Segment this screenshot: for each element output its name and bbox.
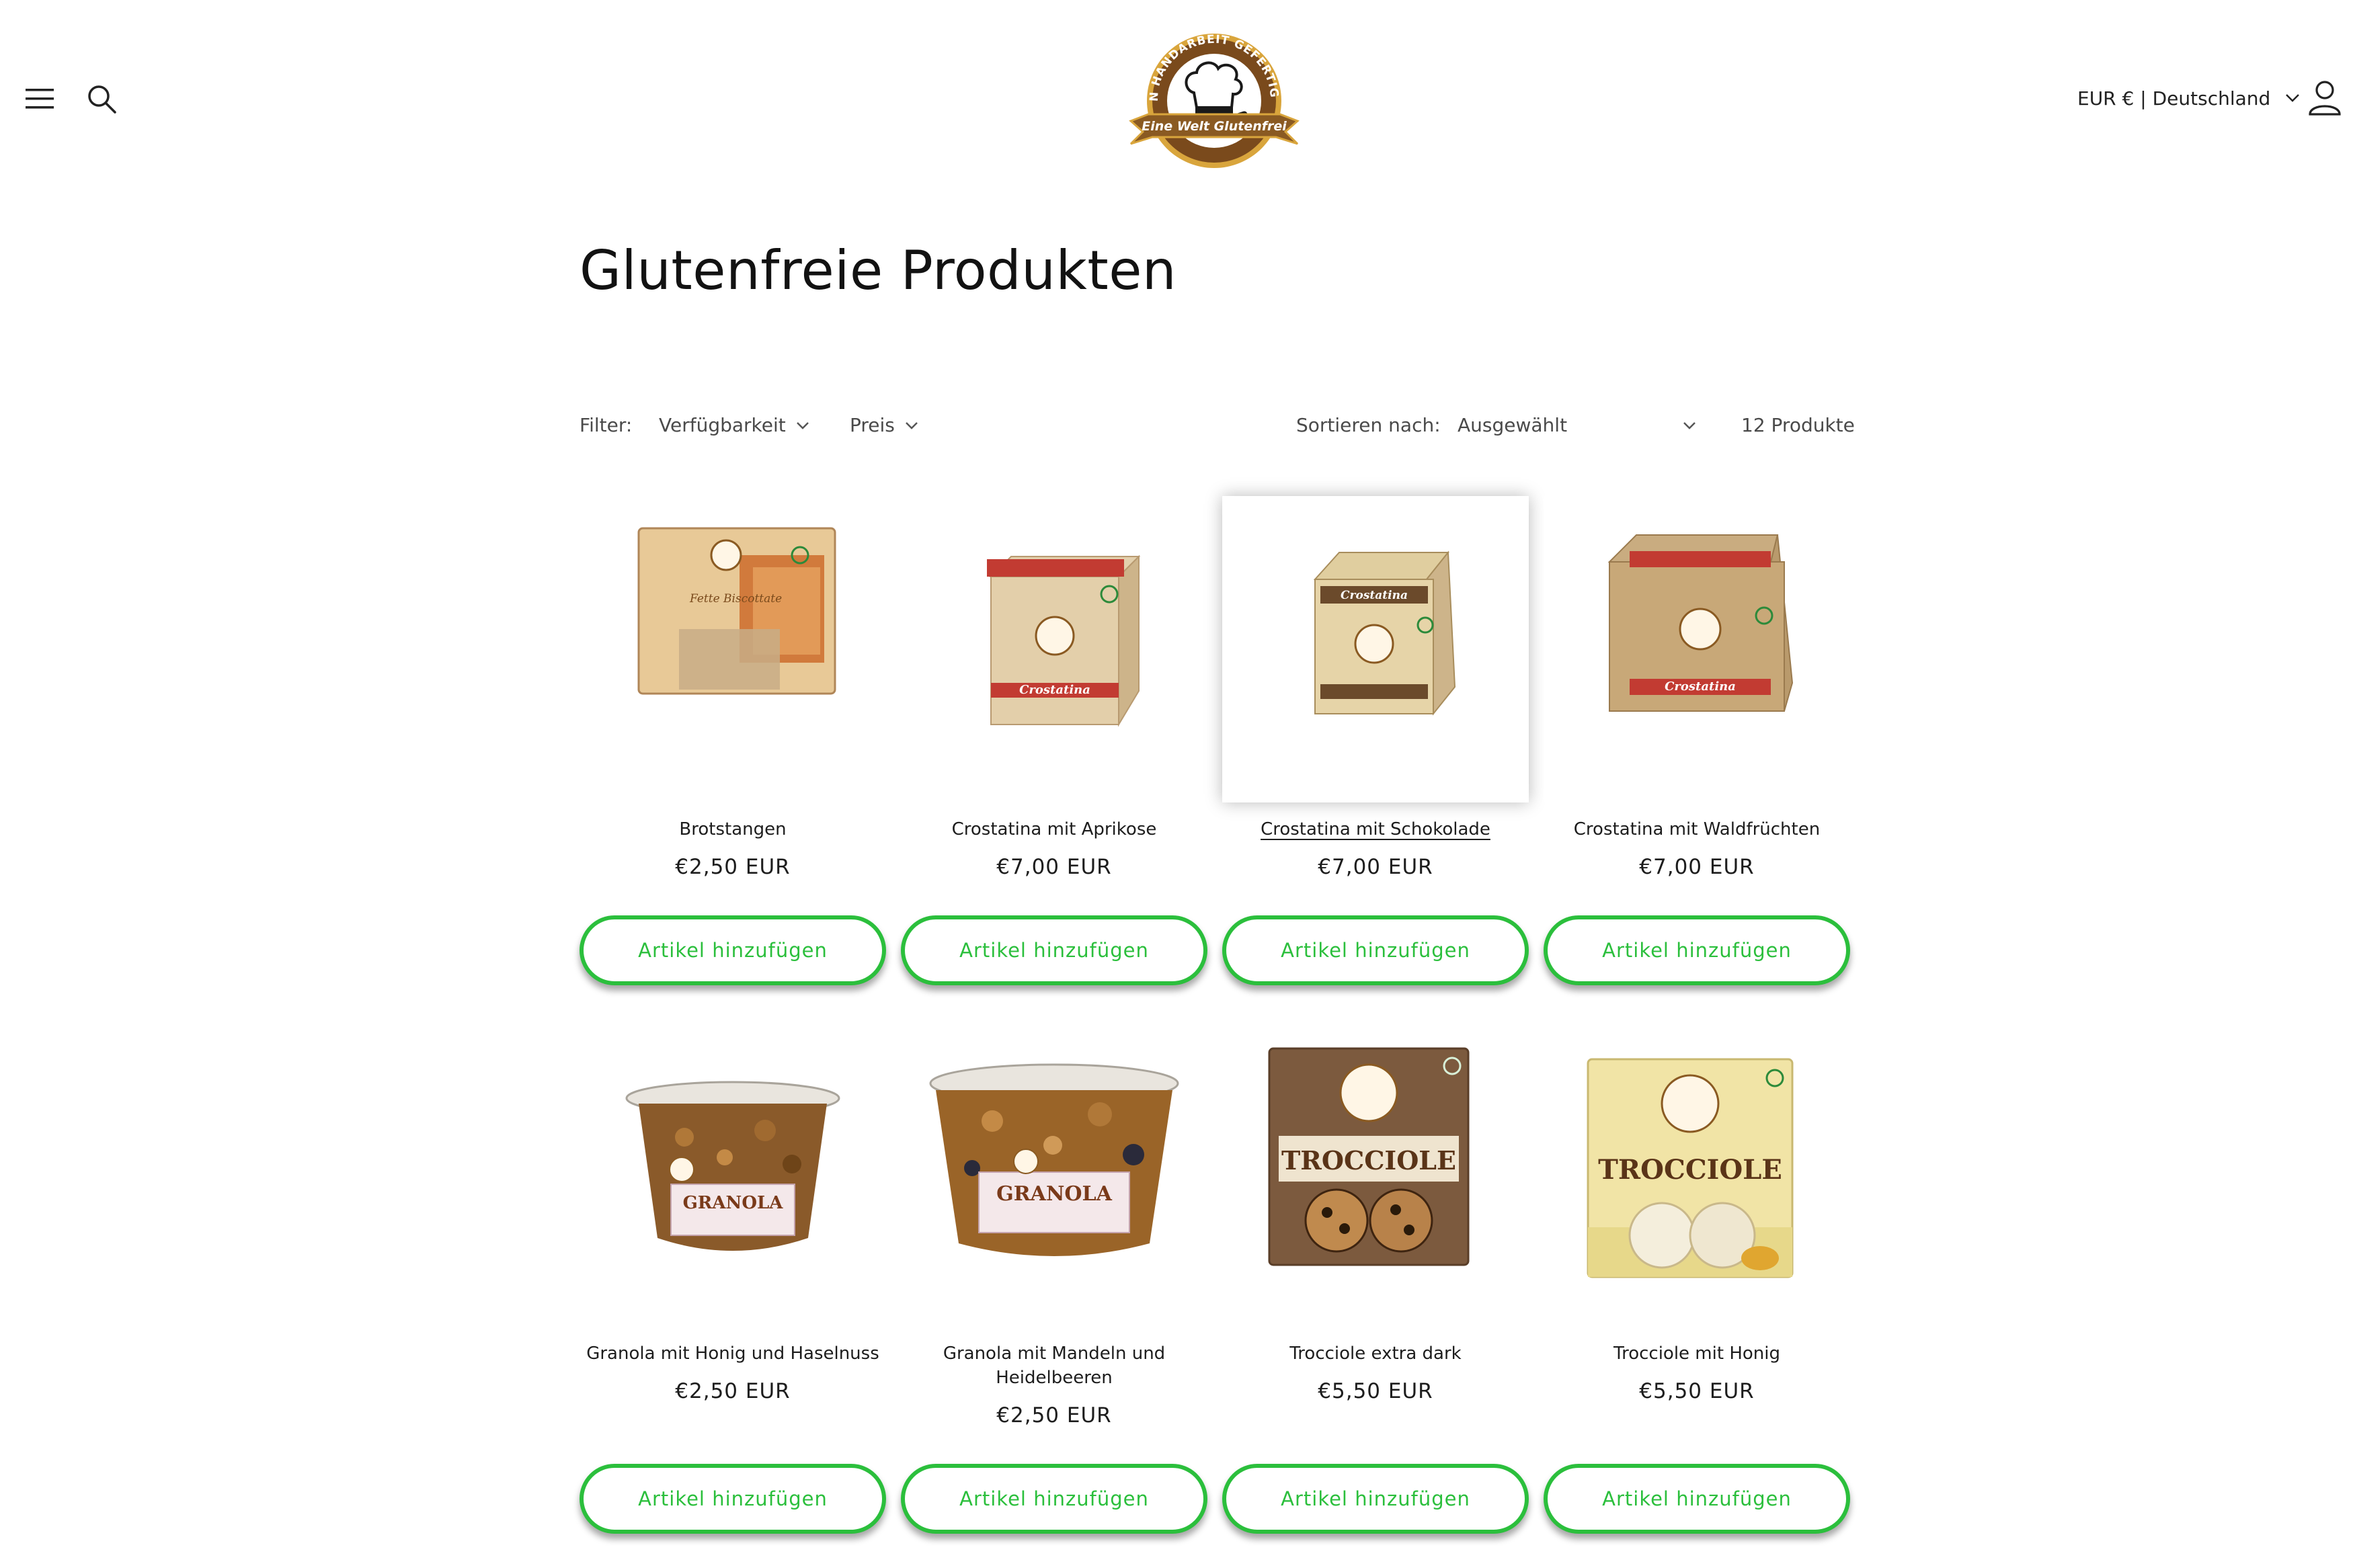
product-name[interactable]: Crostatina mit Waldfrüchten bbox=[1544, 817, 1850, 841]
filter-availability-label: Verfügbarkeit bbox=[659, 414, 786, 436]
pack-text: Crostatina bbox=[1341, 589, 1408, 602]
product-image[interactable]: Crostatina bbox=[901, 496, 1207, 802]
filter-price-label: Preis bbox=[850, 414, 895, 436]
product-image[interactable]: TROCCIOLE bbox=[1544, 1020, 1850, 1327]
product-price: €5,50 EUR bbox=[1639, 1379, 1755, 1403]
chevron-down-icon bbox=[2286, 94, 2300, 102]
product-name[interactable]: Granola mit Mandeln und Heidelbeeren bbox=[901, 1342, 1207, 1390]
page-title: Glutenfreie Produkten bbox=[580, 239, 1177, 302]
add-to-cart-button[interactable]: Artikel hinzufügen bbox=[580, 1464, 886, 1534]
add-to-cart-button[interactable]: Artikel hinzufügen bbox=[1544, 915, 1850, 985]
product-name[interactable]: Brotstangen bbox=[580, 817, 886, 841]
product-name[interactable]: Trocciole extra dark bbox=[1222, 1342, 1529, 1366]
product-price: €7,00 EUR bbox=[1639, 855, 1755, 879]
product-image[interactable]: Crostatina bbox=[1222, 496, 1529, 802]
add-to-cart-button[interactable]: Artikel hinzufügen bbox=[901, 915, 1207, 985]
product-price: €2,50 EUR bbox=[675, 1379, 791, 1403]
chevron-down-icon bbox=[796, 421, 809, 429]
logo-banner-text: Eine Welt Glutenfrei bbox=[1142, 119, 1287, 134]
filter-sort-toolbar: Filter: Verfügbarkeit Preis Sortieren na… bbox=[580, 411, 1855, 445]
sort-label: Sortieren nach: bbox=[1296, 414, 1441, 436]
locale-label: EUR € | Deutschland bbox=[2077, 87, 2271, 110]
product-image[interactable]: Crostatina bbox=[1544, 496, 1850, 802]
add-to-cart-button[interactable]: Artikel hinzufügen bbox=[1222, 1464, 1529, 1534]
product-price: €2,50 EUR bbox=[996, 1403, 1112, 1428]
add-to-cart-button[interactable]: Artikel hinzufügen bbox=[1544, 1464, 1850, 1534]
pack-text: GRANOLA bbox=[683, 1193, 784, 1213]
search-icon[interactable] bbox=[85, 82, 120, 117]
hamburger-menu-icon[interactable] bbox=[24, 83, 55, 114]
product-image[interactable]: GRANOLA bbox=[901, 1020, 1207, 1327]
product-name[interactable]: Trocciole mit Honig bbox=[1544, 1342, 1850, 1366]
product-count: 12 Produkte bbox=[1741, 414, 1855, 436]
add-to-cart-button[interactable]: Artikel hinzufügen bbox=[901, 1464, 1207, 1534]
sort-select[interactable]: Ausgewählt bbox=[1458, 414, 1697, 436]
site-header: IN HANDARBEIT GEFERTIGT Eine Welt Gluten… bbox=[0, 0, 2353, 175]
chevron-down-icon bbox=[1683, 421, 1696, 429]
product-price: €2,50 EUR bbox=[675, 855, 791, 879]
product-name[interactable]: Granola mit Honig und Haselnuss bbox=[580, 1342, 886, 1366]
pack-text: Crostatina bbox=[1019, 683, 1090, 697]
product-name[interactable]: Crostatina mit Schokolade bbox=[1222, 817, 1529, 841]
pack-text: GRANOLA bbox=[996, 1182, 1112, 1206]
pack-text: TROCCIOLE bbox=[1281, 1145, 1456, 1175]
pack-text: Crostatina bbox=[1665, 679, 1736, 694]
chevron-down-icon bbox=[906, 421, 918, 429]
product-price: €7,00 EUR bbox=[996, 855, 1112, 879]
add-to-cart-button[interactable]: Artikel hinzufügen bbox=[580, 915, 886, 985]
account-icon[interactable] bbox=[2307, 79, 2342, 117]
filter-label: Filter: bbox=[580, 414, 633, 436]
currency-country-selector[interactable]: EUR € | Deutschland bbox=[2077, 83, 2300, 113]
filter-availability-dropdown[interactable]: Verfügbarkeit bbox=[659, 414, 810, 436]
pack-text: Fette Biscottate bbox=[689, 592, 782, 606]
product-image[interactable]: TROCCIOLE bbox=[1222, 1020, 1529, 1327]
product-price: €5,50 EUR bbox=[1318, 1379, 1433, 1403]
add-to-cart-button[interactable]: Artikel hinzufügen bbox=[1222, 915, 1529, 985]
product-image[interactable]: GRANOLA bbox=[580, 1020, 886, 1327]
product-image[interactable]: Fette Biscottate bbox=[580, 496, 886, 802]
pack-text: TROCCIOLE bbox=[1598, 1154, 1782, 1186]
brand-logo[interactable]: IN HANDARBEIT GEFERTIGT Eine Welt Gluten… bbox=[1124, 20, 1304, 172]
filter-price-dropdown[interactable]: Preis bbox=[850, 414, 919, 436]
sort-value: Ausgewählt bbox=[1458, 414, 1568, 436]
product-name[interactable]: Crostatina mit Aprikose bbox=[901, 817, 1207, 841]
product-price: €7,00 EUR bbox=[1318, 855, 1433, 879]
